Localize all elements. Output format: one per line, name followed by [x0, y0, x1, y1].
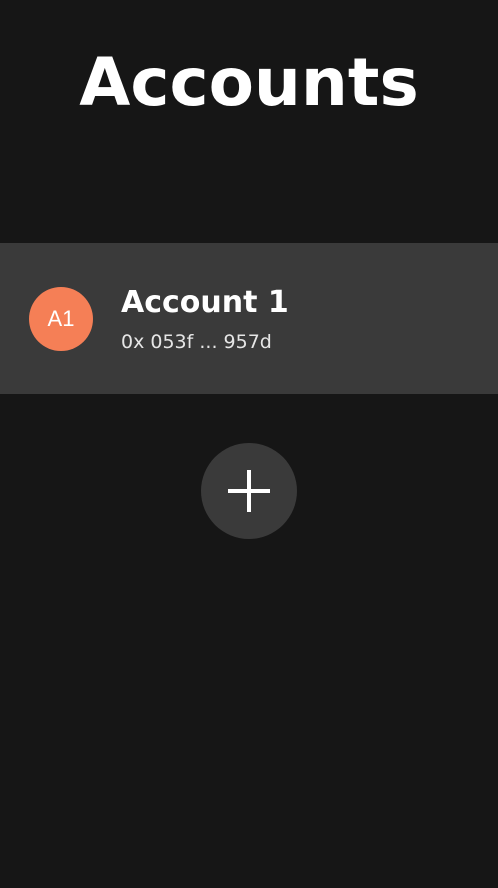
avatar: A1	[29, 287, 93, 351]
account-name: Account 1	[121, 285, 289, 320]
account-address: 0x 053f ... 957d	[121, 331, 272, 353]
page-title: Accounts	[79, 44, 419, 121]
plus-icon	[228, 470, 270, 512]
account-row[interactable]: A1 Account 1 0x 053f ... 957d	[0, 243, 498, 394]
avatar-initials: A1	[47, 306, 75, 331]
add-account-button[interactable]	[201, 443, 297, 539]
